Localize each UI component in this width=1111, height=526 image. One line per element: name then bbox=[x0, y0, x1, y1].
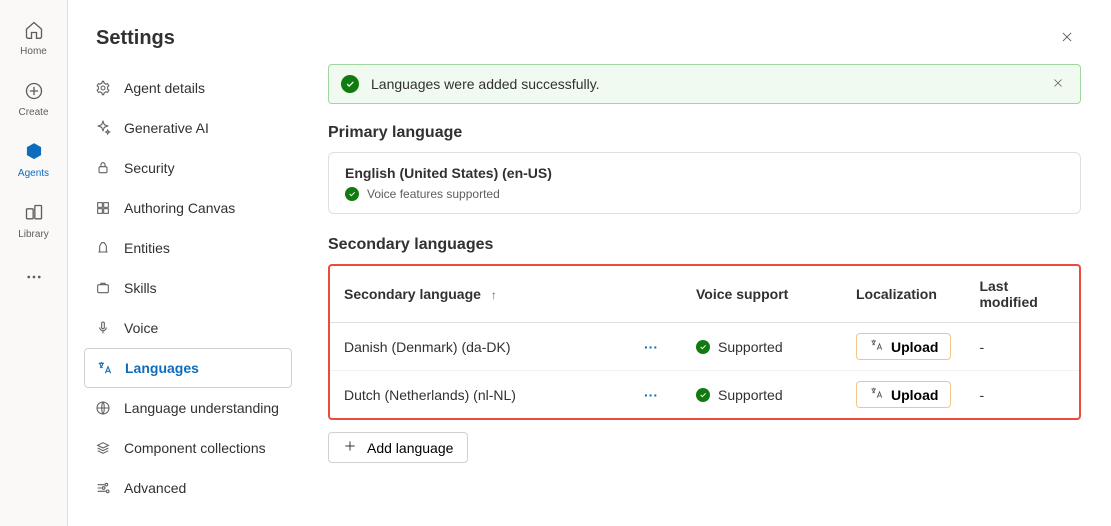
secondary-languages-heading: Secondary languages bbox=[328, 236, 1081, 254]
plus-circle-icon bbox=[22, 79, 46, 103]
settings-nav-language-understanding[interactable]: Language understanding bbox=[84, 388, 292, 428]
settings-nav-component-collections[interactable]: Component collections bbox=[84, 428, 292, 468]
settings-nav-skills[interactable]: Skills bbox=[84, 268, 292, 308]
row-actions-button[interactable]: ··· bbox=[644, 339, 668, 355]
settings-page: Settings Agent details Generative AI Secur… bbox=[68, 0, 1111, 526]
rail-more[interactable] bbox=[14, 258, 54, 298]
settings-nav-label: Languages bbox=[125, 360, 199, 376]
settings-nav-languages[interactable]: Languages bbox=[84, 348, 292, 388]
settings-nav-generative-ai[interactable]: Generative AI bbox=[84, 108, 292, 148]
settings-nav-entities[interactable]: Entities bbox=[84, 228, 292, 268]
col-language-header[interactable]: Secondary language ↑ bbox=[330, 266, 682, 323]
settings-nav-authoring-canvas[interactable]: Authoring Canvas bbox=[84, 188, 292, 228]
col-modified-header[interactable]: Last modified bbox=[965, 266, 1079, 323]
translate-icon bbox=[869, 386, 883, 403]
primary-language-heading: Primary language bbox=[328, 124, 1081, 142]
settings-nav-security[interactable]: Security bbox=[84, 148, 292, 188]
success-banner: Languages were added successfully. bbox=[328, 64, 1081, 104]
upload-button[interactable]: Upload bbox=[856, 333, 951, 360]
settings-nav-label: Skills bbox=[124, 280, 157, 296]
close-icon bbox=[1060, 27, 1074, 50]
check-circle-icon bbox=[696, 340, 710, 354]
left-rail: Home Create Agents Library bbox=[0, 0, 68, 526]
settings-nav: Agent details Generative AI Security Author… bbox=[68, 64, 306, 526]
skills-icon bbox=[94, 279, 112, 297]
settings-nav-advanced[interactable]: Advanced bbox=[84, 468, 292, 508]
settings-nav-label: Security bbox=[124, 160, 175, 176]
rail-home-label: Home bbox=[20, 46, 47, 57]
generative-ai-icon bbox=[94, 119, 112, 137]
cell-voice: Supported bbox=[682, 323, 842, 371]
content-area: Languages were added successfully. Prima… bbox=[306, 64, 1111, 526]
translate-icon bbox=[869, 338, 883, 355]
primary-voice-note: Voice features supported bbox=[367, 187, 500, 201]
settings-nav-label: Component collections bbox=[124, 440, 266, 456]
agents-icon bbox=[22, 140, 46, 164]
settings-nav-label: Authoring Canvas bbox=[124, 200, 235, 216]
more-horizontal-icon: ··· bbox=[644, 387, 658, 403]
check-circle-icon bbox=[341, 75, 359, 93]
upload-button[interactable]: Upload bbox=[856, 381, 951, 408]
settings-nav-label: Agent details bbox=[124, 80, 205, 96]
authoring-canvas-icon bbox=[94, 199, 112, 217]
cell-voice: Supported bbox=[682, 371, 842, 419]
secondary-languages-table-wrap: Secondary language ↑ Voice support Local… bbox=[328, 264, 1081, 420]
add-language-label: Add language bbox=[367, 440, 453, 456]
settings-nav-label: Entities bbox=[124, 240, 170, 256]
table-header-row: Secondary language ↑ Voice support Local… bbox=[330, 266, 1079, 323]
cell-modified: - bbox=[965, 323, 1079, 371]
voice-icon bbox=[94, 319, 112, 337]
component-collections-icon bbox=[94, 439, 112, 457]
entities-icon bbox=[94, 239, 112, 257]
rail-agents-label: Agents bbox=[18, 168, 49, 179]
cell-localization: Upload bbox=[842, 323, 965, 371]
settings-nav-label: Language understanding bbox=[124, 400, 279, 416]
languages-icon bbox=[95, 359, 113, 377]
close-icon bbox=[1052, 76, 1064, 92]
page-header: Settings bbox=[68, 0, 1111, 64]
cell-modified: - bbox=[965, 371, 1079, 419]
table-row: Dutch (Netherlands) (nl-NL) ··· Supported U… bbox=[330, 371, 1079, 419]
library-icon bbox=[22, 201, 46, 225]
settings-nav-label: Voice bbox=[124, 320, 158, 336]
col-localization-header[interactable]: Localization bbox=[842, 266, 965, 323]
rail-library[interactable]: Library bbox=[6, 197, 62, 244]
sort-ascending-icon: ↑ bbox=[491, 288, 497, 302]
settings-nav-label: Generative AI bbox=[124, 120, 209, 136]
rail-home[interactable]: Home bbox=[6, 14, 62, 61]
agent-details-icon bbox=[94, 79, 112, 97]
more-horizontal-icon: ··· bbox=[644, 339, 658, 355]
check-circle-icon bbox=[345, 187, 359, 201]
cell-language: Dutch (Netherlands) (nl-NL) bbox=[330, 371, 630, 419]
banner-dismiss-button[interactable] bbox=[1048, 74, 1068, 94]
page-close-button[interactable] bbox=[1051, 22, 1083, 54]
primary-language-card: English (United States) (en-US) Voice fe… bbox=[328, 152, 1081, 214]
primary-language-name: English (United States) (en-US) bbox=[345, 165, 1064, 181]
row-actions-button[interactable]: ··· bbox=[644, 387, 668, 403]
col-voice-header[interactable]: Voice support bbox=[682, 266, 842, 323]
check-circle-icon bbox=[696, 388, 710, 402]
advanced-icon bbox=[94, 479, 112, 497]
home-icon bbox=[22, 18, 46, 42]
more-horizontal-icon bbox=[25, 268, 43, 289]
primary-voice-status: Voice features supported bbox=[345, 187, 1064, 201]
plus-icon bbox=[343, 439, 357, 456]
settings-nav-agent-details[interactable]: Agent details bbox=[84, 68, 292, 108]
rail-library-label: Library bbox=[18, 229, 49, 240]
rail-create-label: Create bbox=[18, 107, 48, 118]
rail-create[interactable]: Create bbox=[6, 75, 62, 122]
settings-nav-voice[interactable]: Voice bbox=[84, 308, 292, 348]
secondary-languages-table: Secondary language ↑ Voice support Local… bbox=[330, 266, 1079, 418]
security-icon bbox=[94, 159, 112, 177]
table-row: Danish (Denmark) (da-DK) ··· Supported Uplo… bbox=[330, 323, 1079, 371]
cell-language: Danish (Denmark) (da-DK) bbox=[330, 323, 630, 371]
add-language-button[interactable]: Add language bbox=[328, 432, 468, 463]
language-understanding-icon bbox=[94, 399, 112, 417]
banner-message: Languages were added successfully. bbox=[371, 76, 600, 92]
rail-agents[interactable]: Agents bbox=[6, 136, 62, 183]
cell-localization: Upload bbox=[842, 371, 965, 419]
page-title: Settings bbox=[96, 27, 175, 50]
page-body: Agent details Generative AI Security Author… bbox=[68, 64, 1111, 526]
settings-nav-label: Advanced bbox=[124, 480, 186, 496]
